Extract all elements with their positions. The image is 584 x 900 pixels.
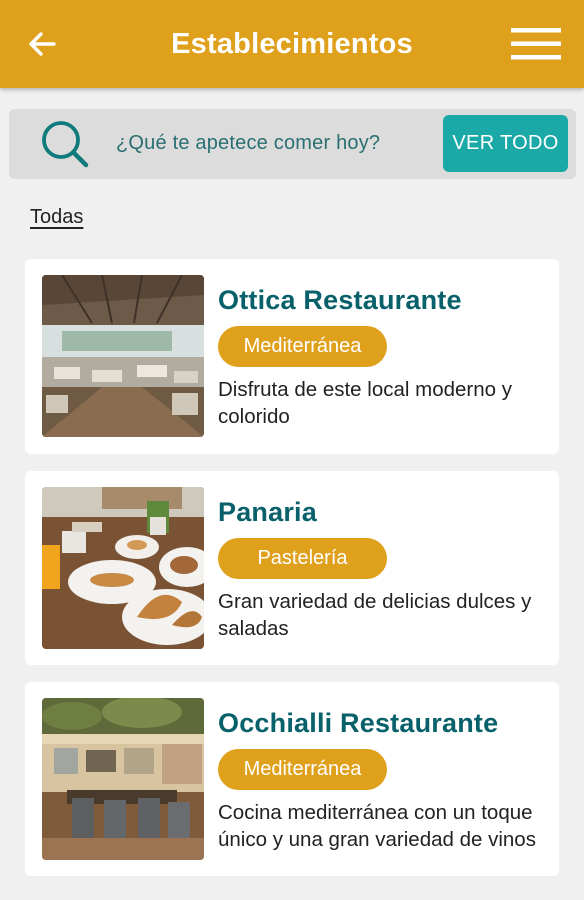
page-title: Establecimientos [171, 27, 413, 60]
search-input[interactable]: ¿Qué te apetece comer hoy? [116, 132, 380, 155]
category-filter-all[interactable]: Todas [30, 206, 83, 229]
establishment-name: Panaria [218, 497, 317, 527]
category-badge: Mediterránea [218, 749, 387, 790]
establishment-photo [42, 698, 204, 860]
establishment-card[interactable]: Ottica Restaurante Mediterránea Disfruta… [25, 259, 559, 454]
establishment-card[interactable]: Occhialli Restaurante Mediterránea Cocin… [25, 682, 559, 876]
category-badge: Pastelería [218, 538, 387, 579]
menu-button[interactable] [510, 24, 562, 64]
search-bar[interactable]: ¿Qué te apetece comer hoy? VER TODO [9, 109, 576, 179]
establishment-description: Disfruta de este local moderno y colorid… [218, 378, 512, 428]
establishment-name: Occhialli Restaurante [218, 708, 499, 738]
establishment-photo [42, 275, 204, 437]
arrow-back-icon [29, 32, 56, 56]
search-icon [42, 121, 89, 168]
establishment-photo [42, 487, 204, 649]
category-badge: Mediterránea [218, 326, 387, 367]
view-all-button[interactable]: VER TODO [443, 115, 568, 172]
hamburger-menu-icon [511, 28, 561, 60]
establishment-description: Gran variedad de delicias dulces y salad… [218, 590, 532, 640]
establishment-description: Cocina mediterránea con un toque único y… [218, 801, 536, 851]
establishment-name: Ottica Restaurante [218, 285, 462, 315]
establishment-card[interactable]: Panaria Pastelería Gran variedad de deli… [25, 471, 559, 665]
app-bar: Establecimientos [0, 0, 584, 88]
back-button[interactable] [22, 24, 62, 64]
